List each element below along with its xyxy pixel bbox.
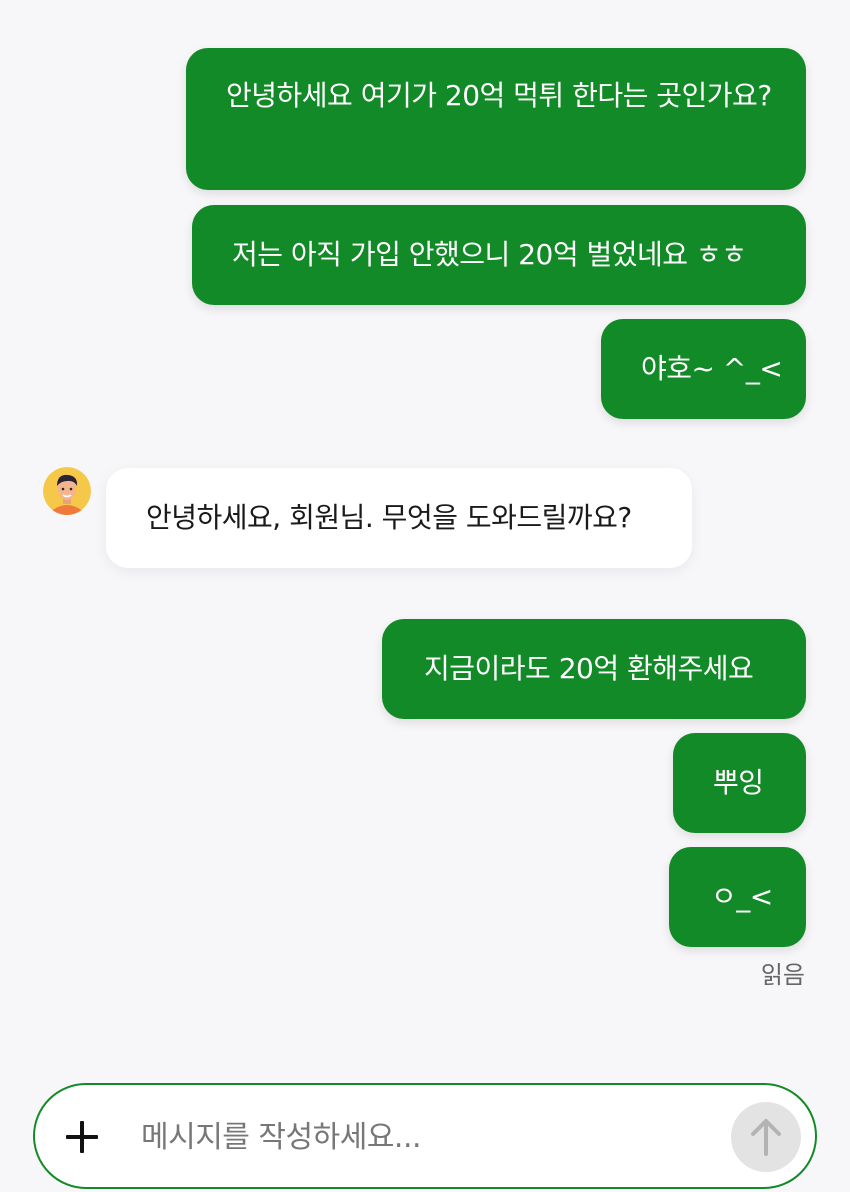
message-text: 안녕하세요, 회원님. 무엇을 도와드릴까요? — [146, 501, 632, 534]
read-receipt: 읽음 — [760, 961, 805, 989]
message-text: 저는 아직 가입 안했으니 20억 벌었네요 ㅎㅎ — [232, 238, 747, 271]
message-composer — [33, 1083, 817, 1189]
chat-screen: 안녕하세요 여기가 20억 먹튀 한다는 곳인가요? 저는 아직 가입 안했으니… — [0, 0, 850, 1192]
outgoing-message-bubble: 지금이라도 20억 환해주세요 — [382, 619, 806, 719]
incoming-message-bubble: 안녕하세요, 회원님. 무엇을 도와드릴까요? — [106, 468, 692, 568]
agent-avatar — [43, 467, 91, 515]
outgoing-message-bubble: 안녕하세요 여기가 20억 먹튀 한다는 곳인가요? — [186, 48, 806, 190]
message-text: ㅇ_< — [711, 880, 773, 913]
outgoing-message-bubble: 야호~ ^_< — [601, 319, 806, 419]
message-text: 지금이라도 20억 환해주세요 — [424, 652, 754, 685]
arrow-up-icon — [751, 1119, 781, 1156]
add-attachment-button[interactable] — [63, 1118, 101, 1156]
message-text: 야호~ ^_< — [641, 352, 783, 385]
outgoing-message-bubble: ㅇ_< — [669, 847, 806, 947]
send-button[interactable] — [731, 1102, 801, 1172]
plus-icon — [66, 1121, 98, 1153]
outgoing-message-bubble: 뿌잉 — [673, 733, 806, 833]
message-text: 안녕하세요 여기가 20억 먹튀 한다는 곳인가요? — [226, 79, 772, 112]
message-input[interactable] — [139, 1107, 723, 1167]
message-text: 뿌잉 — [713, 766, 764, 799]
outgoing-message-bubble: 저는 아직 가입 안했으니 20억 벌었네요 ㅎㅎ — [192, 205, 806, 305]
